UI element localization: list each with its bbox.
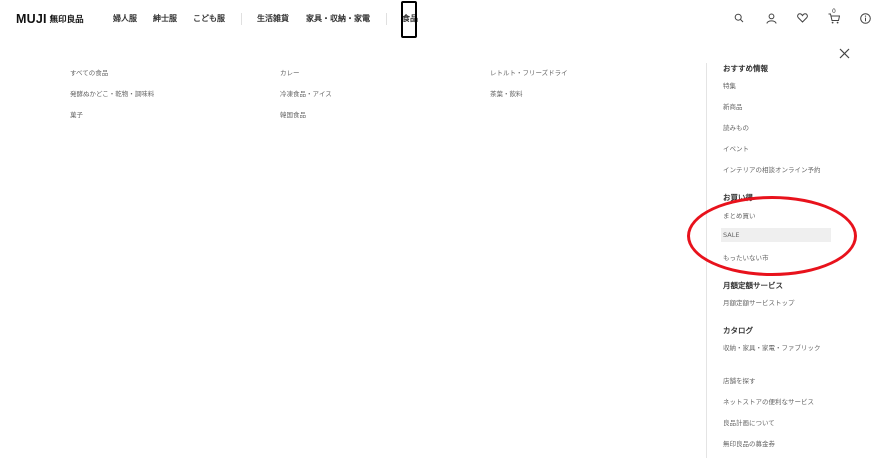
category-curry[interactable]: カレー <box>280 67 300 77</box>
nav-food-active-indicator <box>401 1 417 38</box>
sidebar-link-events[interactable]: イベント <box>723 143 749 153</box>
site-header: MUJI 無印良品 婦人服 紳士服 こども服 生活雑貨 家具・収納・家電 食品 … <box>0 0 880 40</box>
sidebar-link-interior-consult[interactable]: インテリアの相談オンライン予約 <box>723 164 821 174</box>
sidebar-link-subscription-top[interactable]: 月額定額サービストップ <box>723 297 795 307</box>
category-nukadoko-seasoning[interactable]: 発酵ぬかどこ・乾物・調味料 <box>70 88 154 98</box>
nav-household[interactable]: 生活雑貨 <box>257 13 289 24</box>
cart-count-badge: 0 <box>832 8 836 15</box>
nav-kids[interactable]: こども服 <box>193 13 225 24</box>
sidebar-link-netstore-services[interactable]: ネットストアの便利なサービス <box>723 396 814 406</box>
sidebar-heading-catalog: カタログ <box>723 326 753 335</box>
sidebar-link-store-finder[interactable]: 店舗を探す <box>723 375 756 385</box>
sidebar-link-about-ryohin-keikaku[interactable]: 良品計画について <box>723 417 775 427</box>
sidebar-link-catalog-storage[interactable]: 収納・家具・家電・ファブリック <box>723 342 821 352</box>
info-icon[interactable] <box>858 11 872 25</box>
sidebar-heading-recommended: おすすめ情報 <box>723 64 768 73</box>
user-icon[interactable] <box>764 11 778 25</box>
nav-womens[interactable]: 婦人服 <box>113 13 137 24</box>
search-icon[interactable] <box>732 11 746 25</box>
sidebar-link-new-products[interactable]: 新商品 <box>723 101 743 111</box>
category-retort-freeze-dry[interactable]: レトルト・フリーズドライ <box>490 67 568 77</box>
sidebar-link-mottainai-market[interactable]: もったいない市 <box>723 252 769 262</box>
nav-divider <box>386 13 387 25</box>
sidebar-link-gift-certificate[interactable]: 無印良品の募金券 <box>723 438 775 448</box>
heart-icon[interactable] <box>795 11 809 25</box>
sidebar-divider <box>706 63 707 458</box>
category-tea-drinks[interactable]: 茶葉・飲料 <box>490 88 523 98</box>
logo-jp-text: 無印良品 <box>49 15 84 25</box>
close-icon[interactable] <box>838 45 851 59</box>
nav-furniture[interactable]: 家具・収納・家電 <box>306 13 370 24</box>
sidebar-link-sale[interactable]: SALE <box>723 231 739 239</box>
category-all-food[interactable]: すべての食品 <box>70 67 108 77</box>
nav-mens[interactable]: 紳士服 <box>153 13 177 24</box>
sidebar-heading-bargains: お買い得 <box>723 193 753 202</box>
sidebar-heading-subscription: 月額定額サービス <box>723 281 783 290</box>
sidebar-link-bulk-buy[interactable]: まとめ買い <box>723 210 756 220</box>
logo-latin-text: MUJI <box>16 12 47 26</box>
category-korean-food[interactable]: 韓国食品 <box>280 109 306 119</box>
muji-logo[interactable]: MUJI 無印良品 <box>16 12 84 26</box>
category-frozen-ice[interactable]: 冷凍食品・アイス <box>280 88 332 98</box>
sidebar-link-articles[interactable]: 読みもの <box>723 122 749 132</box>
nav-divider <box>241 13 242 25</box>
sidebar-link-features[interactable]: 特集 <box>723 80 736 90</box>
category-sweets[interactable]: 菓子 <box>70 109 83 119</box>
